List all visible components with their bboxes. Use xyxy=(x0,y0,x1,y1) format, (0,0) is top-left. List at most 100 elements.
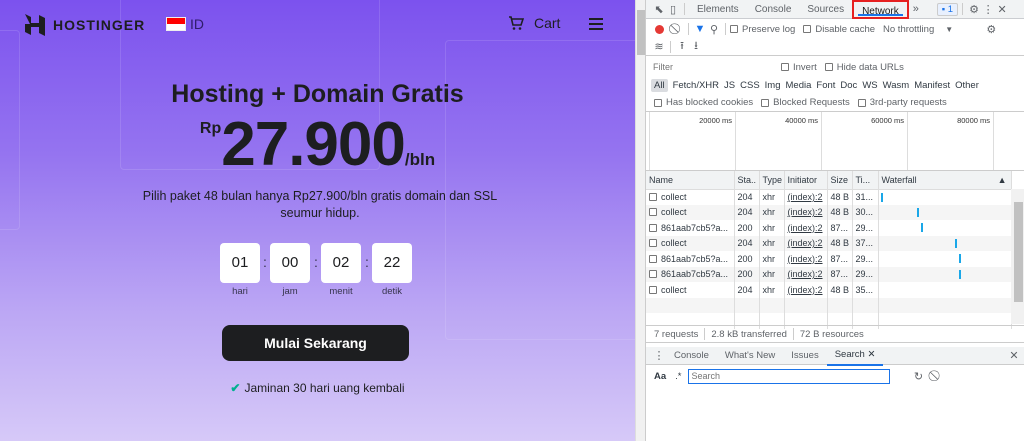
refresh-icon[interactable]: ↻ xyxy=(912,370,926,383)
device-toolbar-icon[interactable]: ▯ xyxy=(666,3,680,16)
clear-icon[interactable]: ⃠ xyxy=(670,23,684,36)
issues-badge[interactable]: ▪ 1 xyxy=(936,2,959,16)
drawer-tab-whats-new[interactable]: What's New xyxy=(717,347,783,365)
waterfall-cell xyxy=(878,282,1012,298)
more-tabs-icon[interactable]: » xyxy=(909,3,923,15)
type-css[interactable]: CSS xyxy=(740,80,760,91)
close-tab-icon[interactable]: ✕ xyxy=(867,349,875,360)
more-options-icon[interactable]: ⋮ xyxy=(981,3,995,16)
cell: 48 B xyxy=(827,204,853,220)
table-row[interactable]: collect 204 xhr (index):2 48 B 37... xyxy=(646,235,1012,251)
type-wasm[interactable]: Wasm xyxy=(883,80,910,91)
tab-sources[interactable]: Sources xyxy=(799,0,852,19)
page-scrollbar[interactable] xyxy=(635,0,645,441)
disable-cache-checkbox[interactable] xyxy=(803,25,812,33)
hostinger-logo-icon xyxy=(25,14,45,36)
cart-button[interactable]: Cart xyxy=(508,15,560,31)
cell: 861aab7cb5?a... xyxy=(646,266,735,282)
filter-icon[interactable]: ▼ xyxy=(693,23,707,35)
col-waterfall[interactable]: Waterfall ▲ xyxy=(878,171,1012,190)
blocked-requests-checkbox[interactable] xyxy=(761,98,770,107)
cell: collect xyxy=(646,189,735,205)
col-time[interactable]: Ti... xyxy=(852,171,879,190)
inspect-element-icon[interactable]: ⬉ xyxy=(652,3,666,16)
start-now-button[interactable]: Mulai Sekarang xyxy=(222,325,409,361)
table-row[interactable]: collect 204 xhr (index):2 48 B 30... xyxy=(646,204,1012,220)
type-manifest[interactable]: Manifest xyxy=(914,80,950,91)
type-font[interactable]: Font xyxy=(816,80,835,91)
settings-icon[interactable]: ⚙ xyxy=(967,3,981,16)
col-initiator[interactable]: Initiator xyxy=(784,171,828,190)
cell: 87... xyxy=(827,251,853,267)
regex-toggle[interactable]: .* xyxy=(675,371,681,382)
type-doc[interactable]: Doc xyxy=(840,80,857,91)
network-overview[interactable]: 20000 ms 40000 ms 60000 ms 80000 ms xyxy=(646,111,1024,171)
indonesia-flag-icon[interactable] xyxy=(166,17,186,31)
type-all[interactable]: All xyxy=(651,78,668,92)
table-row[interactable]: 861aab7cb5?a... 200 xhr (index):2 87... 29... xyxy=(646,251,1012,267)
drawer-tab-search[interactable]: Search ✕ xyxy=(826,346,884,366)
table-row[interactable]: 861aab7cb5?a... 200 xhr (index):2 87... 29... xyxy=(646,266,1012,282)
search-icon[interactable]: ⚲ xyxy=(707,23,721,36)
hide-data-urls-checkbox[interactable] xyxy=(824,63,833,71)
drawer-tab-issues[interactable]: Issues xyxy=(783,347,826,365)
cell: (index):2 xyxy=(784,189,828,205)
tab-network[interactable]: Network xyxy=(852,0,909,19)
type-media[interactable]: Media xyxy=(786,80,812,91)
blocked-cookies-checkbox[interactable] xyxy=(654,98,662,107)
cell: 48 B xyxy=(827,235,853,251)
hostinger-logo[interactable]: HOSTINGER xyxy=(25,14,145,36)
close-drawer-icon[interactable]: ✕ xyxy=(1007,349,1021,362)
waterfall-bar xyxy=(958,269,961,279)
chevron-down-icon[interactable]: ▼ xyxy=(942,25,956,34)
preserve-log-checkbox[interactable] xyxy=(730,25,738,33)
overview-tick xyxy=(993,112,1024,170)
throttling-select[interactable]: No throttling xyxy=(883,24,934,35)
export-har-icon[interactable]: ⭳ xyxy=(689,37,703,56)
cell: xhr xyxy=(759,189,785,205)
waterfall-cell xyxy=(878,251,1012,267)
col-type[interactable]: Type xyxy=(759,171,785,190)
tab-console[interactable]: Console xyxy=(747,0,800,19)
language-selector[interactable]: ID xyxy=(190,16,204,32)
file-icon xyxy=(649,193,657,201)
clear-search-icon[interactable]: ⃠ xyxy=(930,370,944,383)
type-other[interactable]: Other xyxy=(955,80,979,91)
network-conditions-icon[interactable]: ≋ xyxy=(652,40,666,53)
cell: (index):2 xyxy=(784,266,828,282)
type-ws[interactable]: WS xyxy=(862,80,877,91)
network-settings-icon[interactable]: ⚙ xyxy=(984,23,998,36)
filter-row: Invert Hide data URLs xyxy=(646,58,1024,76)
col-size[interactable]: Size xyxy=(827,171,853,190)
cell: 861aab7cb5?a... xyxy=(646,251,735,267)
cell: 29... xyxy=(852,266,879,282)
table-scrollbar[interactable] xyxy=(1011,189,1024,324)
invert-checkbox[interactable] xyxy=(781,63,789,71)
cell: 48 B xyxy=(827,282,853,298)
filter-input[interactable] xyxy=(651,60,771,74)
type-js[interactable]: JS xyxy=(724,80,735,91)
cell: xhr xyxy=(759,204,785,220)
match-case-toggle[interactable]: Aa xyxy=(654,371,666,382)
colon: : xyxy=(263,254,267,270)
import-har-icon[interactable]: ⭱ xyxy=(675,37,689,56)
waterfall-cell xyxy=(878,220,1012,236)
tab-elements[interactable]: Elements xyxy=(689,0,747,19)
drawer-menu-icon[interactable]: ⋮ xyxy=(652,349,666,362)
cell: 204 xyxy=(734,189,760,205)
col-name[interactable]: Name xyxy=(646,171,735,190)
record-icon[interactable] xyxy=(655,24,664,34)
hamburger-menu-icon[interactable] xyxy=(589,18,603,33)
drawer-tab-console[interactable]: Console xyxy=(666,347,717,365)
type-img[interactable]: Img xyxy=(765,80,781,91)
table-row[interactable]: collect 204 xhr (index):2 48 B 31... xyxy=(646,189,1012,205)
close-devtools-icon[interactable]: ✕ xyxy=(995,3,1009,16)
table-row[interactable]: 861aab7cb5?a... 200 xhr (index):2 87... 29... xyxy=(646,220,1012,236)
col-status[interactable]: Sta.. xyxy=(734,171,760,190)
cell: 200 xyxy=(734,251,760,267)
type-fetch-xhr[interactable]: Fetch/XHR xyxy=(673,80,719,91)
third-party-checkbox[interactable] xyxy=(857,98,866,107)
waterfall-bar xyxy=(880,192,883,202)
table-row[interactable]: collect 204 xhr (index):2 48 B 35... xyxy=(646,282,1012,298)
search-input[interactable] xyxy=(687,368,890,384)
